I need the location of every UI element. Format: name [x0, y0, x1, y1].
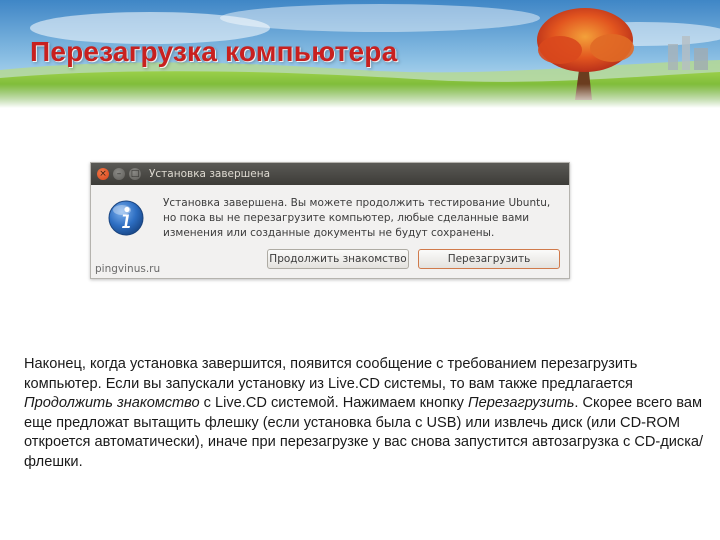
restart-button[interactable]: Перезагрузить [418, 249, 560, 269]
close-icon[interactable]: × [97, 168, 109, 180]
continue-testing-button[interactable]: Продолжить знакомство [267, 249, 409, 269]
install-complete-dialog: × – □ Установка завершена Установка заве… [90, 162, 570, 279]
body-paragraph: Наконец, когда установка завершится, поя… [24, 355, 704, 472]
minimize-icon[interactable]: – [113, 168, 125, 180]
maximize-icon[interactable]: □ [129, 168, 141, 180]
watermark: pingvinus.ru [95, 263, 161, 275]
body-italic-restart: Перезагрузить [468, 395, 575, 411]
dialog-titlebar: × – □ Установка завершена [91, 163, 569, 185]
slide-title: Перезагрузка компьютера [30, 36, 398, 67]
body-text-part-1: Наконец, когда установка завершится, поя… [24, 356, 638, 392]
continue-testing-button-label: Продолжить знакомство [269, 253, 407, 265]
dialog-message: Установка завершена. Вы можете продолжит… [163, 197, 551, 239]
body-italic-continue: Продолжить знакомство [24, 395, 200, 411]
header-banner: Перезагрузка компьютера [0, 0, 720, 108]
dialog-title: Установка завершена [149, 168, 271, 180]
restart-button-label: Перезагрузить [447, 253, 531, 265]
info-icon [108, 200, 144, 236]
body-text-part-2: с Live.CD системой. Нажимаем кнопку [199, 395, 469, 411]
